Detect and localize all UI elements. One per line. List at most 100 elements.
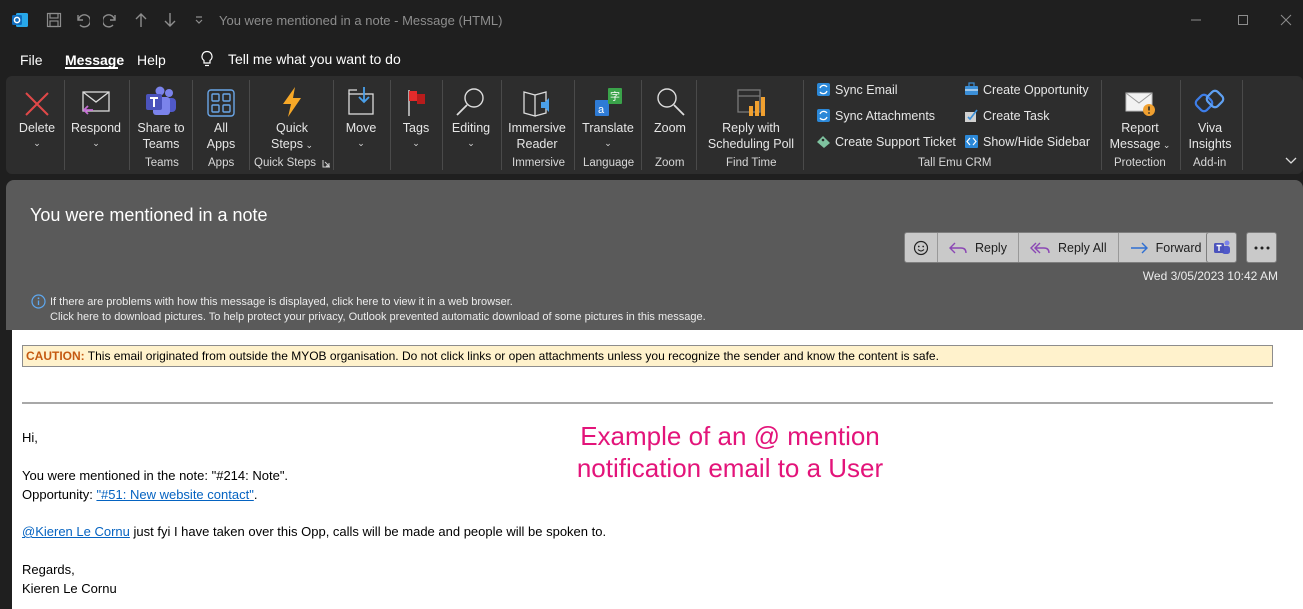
ribbon-expand-icon[interactable] <box>1285 155 1297 165</box>
respond-button[interactable]: Respond ⌄ <box>70 82 122 149</box>
ticket-icon <box>816 134 831 149</box>
view-in-browser-notice[interactable]: If there are problems with how this mess… <box>50 295 706 310</box>
ribbon-separator <box>129 80 130 170</box>
immersive-reader-icon <box>521 82 553 118</box>
zoom-button[interactable]: Zoom <box>651 82 689 137</box>
create-task-button[interactable]: Create Task <box>964 108 1049 123</box>
group-label-crm: Tall Emu CRM <box>918 157 992 169</box>
annotation-overlay: Example of an @ mention notification ema… <box>576 421 884 483</box>
ribbon-separator <box>192 80 193 170</box>
move-folder-icon <box>346 82 376 118</box>
next-item-icon[interactable] <box>160 10 180 30</box>
svg-text:字: 字 <box>610 90 620 103</box>
chevron-down-icon: ⌄ <box>302 139 313 150</box>
group-label-quick-steps: Quick Steps <box>254 157 316 169</box>
delete-x-icon <box>23 82 51 118</box>
ribbon-separator <box>696 80 697 170</box>
share-to-teams-small-button[interactable] <box>1206 232 1237 263</box>
menu-message[interactable]: Message <box>65 52 124 68</box>
tell-me-search[interactable]: Tell me what you want to do <box>200 50 401 68</box>
sync-attachments-button[interactable]: Sync Attachments <box>816 108 935 123</box>
menu-file[interactable]: File <box>20 52 43 68</box>
info-bar[interactable]: If there are problems with how this mess… <box>50 295 706 325</box>
caution-banner: CAUTION: This email originated from outs… <box>22 345 1273 367</box>
message-date: Wed 3/05/2023 10:42 AM <box>1142 269 1278 283</box>
group-label-apps: Apps <box>208 157 235 169</box>
create-support-ticket-button[interactable]: Create Support Ticket <box>816 134 956 149</box>
share-to-teams-button[interactable]: Share to Teams <box>136 82 186 152</box>
ribbon-separator <box>1180 80 1181 170</box>
save-icon[interactable] <box>44 10 64 30</box>
maximize-icon[interactable] <box>1232 10 1254 30</box>
task-icon <box>964 108 979 123</box>
lightbulb-icon <box>200 50 214 68</box>
undo-icon[interactable] <box>72 10 92 30</box>
close-icon[interactable] <box>1275 10 1297 30</box>
show-hide-sidebar-button[interactable]: Show/Hide Sidebar <box>964 134 1090 149</box>
ribbon-separator <box>574 80 575 170</box>
menu-help[interactable]: Help <box>137 52 166 68</box>
magnifier-icon <box>455 82 487 118</box>
title-bar: You were mentioned in a note - Message (… <box>0 0 1303 40</box>
all-apps-button[interactable]: All Apps <box>200 82 242 152</box>
previous-item-icon[interactable] <box>131 10 151 30</box>
forward-button[interactable]: Forward <box>1119 233 1216 262</box>
reply-all-arrow-icon <box>1029 241 1050 255</box>
group-label-find-time: Find Time <box>726 157 777 169</box>
more-actions-button[interactable] <box>1246 232 1277 263</box>
ribbon-separator <box>442 80 443 170</box>
ribbon-separator <box>501 80 502 170</box>
menu-bar <box>0 40 1303 76</box>
opportunity-line: Opportunity: "#51: New website contact". <box>22 487 258 502</box>
apps-grid-icon <box>206 82 236 118</box>
chevron-down-icon: ⌄ <box>33 137 41 148</box>
tell-me-label: Tell me what you want to do <box>228 51 401 67</box>
group-label-addin: Add-in <box>1193 157 1227 169</box>
tags-button[interactable]: Tags ⌄ <box>400 82 432 149</box>
ribbon-separator <box>333 80 334 170</box>
ribbon-separator <box>641 80 642 170</box>
reply-all-button[interactable]: Reply All <box>1019 233 1119 262</box>
chevron-down-icon: ⌄ <box>467 137 475 148</box>
info-icon <box>31 294 46 309</box>
mention-user-link[interactable]: @Kieren Le Cornu <box>22 524 130 539</box>
group-label-teams: Teams <box>145 157 179 169</box>
ribbon-separator <box>249 80 250 170</box>
ribbon-separator <box>1101 80 1102 170</box>
dialog-launcher-icon[interactable] <box>322 159 331 168</box>
sync-email-button[interactable]: Sync Email <box>816 82 898 97</box>
delete-button[interactable]: Delete ⌄ <box>16 82 58 149</box>
sync-icon <box>816 108 831 123</box>
download-pictures-notice[interactable]: Click here to download pictures. To help… <box>50 310 706 325</box>
redo-icon[interactable] <box>101 10 121 30</box>
sync-icon <box>816 82 831 97</box>
mention-note-text: You were mentioned in the note: "#214: N… <box>22 468 289 483</box>
translate-button[interactable]: a字 Translate ⌄ <box>582 82 634 149</box>
zoom-magnifier-icon <box>654 82 686 118</box>
minimize-icon[interactable] <box>1185 10 1207 30</box>
opportunity-icon <box>964 82 979 97</box>
svg-text:a: a <box>598 104 605 116</box>
reply-with-scheduling-poll-button[interactable]: Reply with Scheduling Poll <box>706 82 796 152</box>
outlook-logo-icon <box>10 10 30 30</box>
move-button[interactable]: Move ⌄ <box>342 82 380 149</box>
reply-button[interactable]: Reply <box>938 233 1019 262</box>
immersive-reader-button[interactable]: Immersive Reader <box>508 82 566 152</box>
flag-icon <box>403 82 429 118</box>
greeting-text: Hi, <box>22 430 38 445</box>
customize-toolbar-icon[interactable] <box>189 10 209 30</box>
chevron-down-icon: ⌄ <box>1160 139 1171 150</box>
create-opportunity-button[interactable]: Create Opportunity <box>964 82 1089 97</box>
viva-insights-button[interactable]: Viva Insights <box>1187 82 1233 152</box>
chevron-down-icon: ⌄ <box>357 137 365 148</box>
ribbon-separator <box>803 80 804 170</box>
reply-arrow-icon <box>949 241 967 255</box>
report-message-button[interactable]: Report Message ⌄ <box>1108 82 1172 152</box>
opportunity-link[interactable]: "#51: New website contact" <box>96 487 253 502</box>
scheduling-poll-icon <box>735 82 767 118</box>
caution-label: CAUTION: <box>26 349 85 363</box>
editing-button[interactable]: Editing ⌄ <box>451 82 491 149</box>
react-button[interactable] <box>905 233 938 262</box>
quick-steps-button[interactable]: Quick Steps ⌄ <box>266 82 318 152</box>
group-label-language: Language <box>583 157 635 169</box>
